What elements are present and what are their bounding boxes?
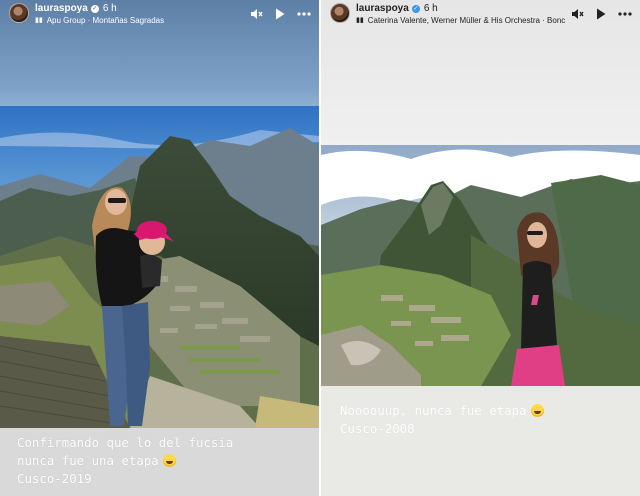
grinning-sweat-emoji bbox=[162, 454, 176, 467]
music-bars-icon: ▮▮ bbox=[35, 17, 43, 24]
story-meta: lauraspoya ✓ 6 h ▮▮ Apu Group · Montañas… bbox=[35, 3, 249, 26]
verified-check-icon: ✓ bbox=[90, 5, 99, 13]
caption-box: Confirmando que lo del fucsia nunca fue … bbox=[0, 428, 319, 496]
caption-line: nunca fue una etapa bbox=[17, 452, 319, 470]
story-header: lauraspoya ✓ 6 h ▮▮ Caterina Valente, We… bbox=[321, 0, 640, 28]
more-dots-icon[interactable] bbox=[618, 7, 632, 21]
story-header: lauraspoya ✓ 6 h ▮▮ Apu Group · Montañas… bbox=[0, 0, 319, 28]
story-caption: Confirmando que lo del fucsia nunca fue … bbox=[17, 434, 319, 488]
verified-check-icon: ✓ bbox=[411, 5, 420, 13]
username[interactable]: lauraspoya bbox=[35, 3, 88, 15]
story-controls bbox=[570, 7, 632, 21]
caption-box: Noooouup, nunca fue etapa Cusco-2008 bbox=[321, 386, 640, 496]
music-attribution[interactable]: ▮▮ Caterina Valente, Werner Müller & His… bbox=[356, 16, 570, 26]
caption-line: Cusco-2008 bbox=[340, 421, 415, 436]
music-attribution[interactable]: ▮▮ Apu Group · Montañas Sagradas bbox=[35, 16, 249, 26]
caption-line: Confirmando que lo del fucsia bbox=[17, 435, 234, 450]
post-time: 6 h bbox=[423, 3, 438, 14]
avatar[interactable] bbox=[330, 3, 350, 23]
story-panel-right[interactable]: lauraspoya ✓ 6 h ▮▮ Caterina Valente, We… bbox=[321, 0, 640, 496]
caption-line: Noooouup, nunca fue etapa bbox=[340, 402, 640, 420]
play-icon[interactable] bbox=[273, 7, 287, 21]
story-meta: lauraspoya ✓ 6 h ▮▮ Caterina Valente, We… bbox=[356, 3, 570, 26]
music-title: Caterina Valente, Werner Müller & His Or… bbox=[367, 16, 566, 25]
caption-line: Cusco-2019 bbox=[17, 471, 92, 486]
music-bars-icon: ▮▮ bbox=[356, 17, 364, 24]
speaker-muted-icon[interactable] bbox=[570, 7, 584, 21]
story-controls bbox=[249, 7, 311, 21]
story-photo-machu-picchu-young-woman bbox=[321, 145, 640, 386]
speaker-muted-icon[interactable] bbox=[249, 7, 263, 21]
post-time: 6 h bbox=[102, 3, 117, 14]
play-icon[interactable] bbox=[594, 7, 608, 21]
avatar[interactable] bbox=[9, 3, 29, 23]
more-dots-icon[interactable] bbox=[297, 7, 311, 21]
music-title: Apu Group · Montañas Sagradas bbox=[46, 16, 165, 25]
grinning-sweat-emoji bbox=[530, 404, 544, 417]
story-photo-machu-picchu-woman-with-baby bbox=[0, 106, 319, 428]
story-panel-left[interactable]: lauraspoya ✓ 6 h ▮▮ Apu Group · Montañas… bbox=[0, 0, 319, 496]
story-caption: Noooouup, nunca fue etapa Cusco-2008 bbox=[340, 402, 640, 438]
username[interactable]: lauraspoya bbox=[356, 3, 409, 15]
